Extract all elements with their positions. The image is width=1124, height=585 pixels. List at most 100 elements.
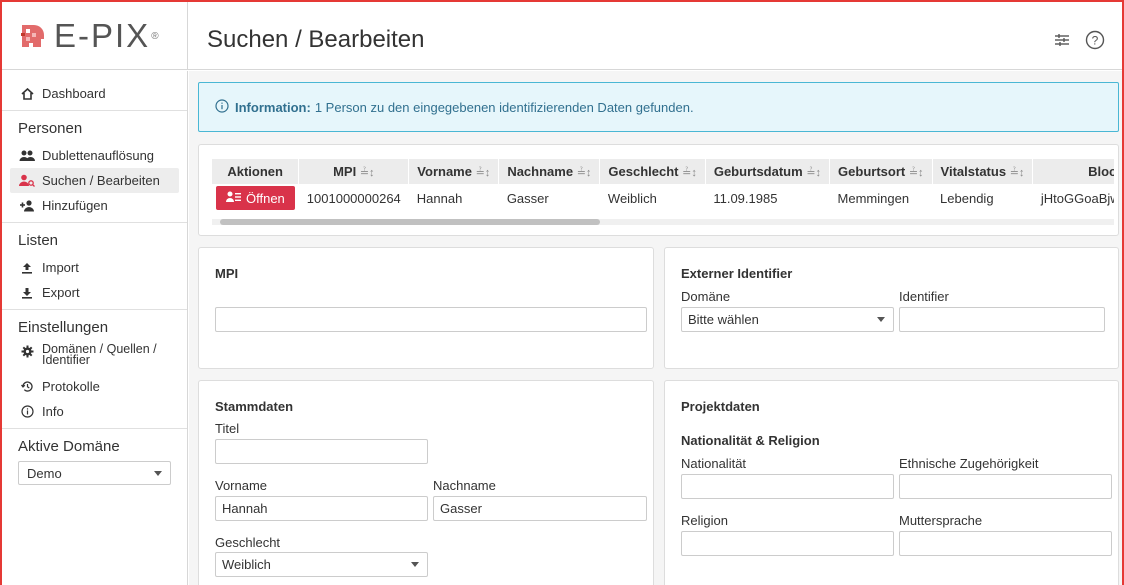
ethnisch-input[interactable]: [899, 474, 1112, 499]
user-search-icon: [18, 174, 36, 188]
titel-input[interactable]: [215, 439, 428, 464]
sidebar-item-hinzufuegen[interactable]: Hinzufügen: [2, 193, 187, 218]
cell-geburtsort: Memmingen: [837, 190, 910, 206]
active-domain-select[interactable]: Demo: [18, 461, 171, 485]
sidebar-item-protokolle[interactable]: Protokolle: [2, 374, 187, 399]
religion-input[interactable]: [681, 531, 894, 556]
info-icon: [18, 405, 36, 419]
logo-registered: ®: [151, 30, 159, 42]
sidebar-item-info[interactable]: Info: [2, 399, 187, 424]
open-button-label: Öffnen: [246, 190, 285, 206]
scrollbar-thumb[interactable]: [220, 219, 600, 225]
main-content: Information: 1 Person zu den eingegebene…: [189, 71, 1122, 585]
geschlecht-select-value: Weiblich: [222, 557, 271, 572]
col-header[interactable]: MPI ≟↕: [298, 159, 410, 184]
sidebar-item-label: Suchen / Bearbeiten: [42, 173, 160, 188]
cell-bloom: jHtoGGoaBjwN: [1040, 190, 1114, 206]
logo-text: E-PIX: [54, 17, 151, 54]
home-icon: [18, 87, 36, 101]
svg-text:?: ?: [1092, 34, 1099, 48]
cell-vitalstatus: Lebendig: [940, 190, 994, 206]
col-header[interactable]: Geschlecht ≟↕: [599, 159, 706, 184]
identifier-input[interactable]: [899, 307, 1105, 332]
sidebar-item-export[interactable]: Export: [2, 280, 187, 305]
col-header[interactable]: Nachname ≟↕: [498, 159, 601, 184]
geschlecht-select[interactable]: Weiblich: [215, 552, 428, 577]
sidebar-item-suchen[interactable]: Suchen / Bearbeiten: [10, 168, 179, 193]
domain-label: Domäne: [681, 289, 731, 304]
chevron-down-icon: [411, 562, 419, 567]
info-text: 1 Person zu den eingegebenen identifizie…: [314, 99, 694, 115]
muttersprache-input[interactable]: [899, 531, 1112, 556]
help-icon[interactable]: ?: [1085, 30, 1105, 50]
chevron-down-icon: [877, 317, 885, 322]
religion-label: Religion: [681, 513, 728, 528]
nationalitaet-religion-subtitle: Nationalität & Religion: [681, 433, 820, 448]
sidebar-item-dashboard[interactable]: Dashboard: [2, 81, 187, 106]
sidebar-item-label: Protokolle: [42, 379, 100, 394]
cell-geburtsdatum: 11.09.1985: [713, 190, 778, 206]
logo[interactable]: E-PIX ®: [2, 2, 188, 70]
mpi-input[interactable]: [215, 307, 647, 332]
section-einstellungen: Einstellungen: [18, 318, 109, 336]
titel-label: Titel: [215, 421, 240, 436]
col-header[interactable]: Geburtsdatum ≟↕: [705, 159, 831, 184]
header: E-PIX ® Suchen / Bearbeiten ?: [2, 2, 1122, 70]
divider: [2, 222, 187, 223]
info-circle-icon: [215, 98, 229, 116]
users-icon: [18, 149, 36, 163]
open-button[interactable]: Öffnen: [216, 186, 295, 210]
mpi-card-title: MPI: [215, 266, 239, 281]
cell-nachname: Gasser: [506, 190, 549, 206]
nachname-input[interactable]: [433, 496, 647, 521]
cell-geschlecht: Weiblich: [607, 190, 657, 206]
sidebar-item-label: Import: [42, 260, 79, 275]
section-personen: Personen: [18, 119, 83, 137]
mpi-card: MPI: [198, 247, 654, 369]
horizontal-scrollbar[interactable]: [212, 219, 1114, 225]
col-header[interactable]: Vitalstatus ≟↕: [932, 159, 1034, 184]
nationalitaet-label: Nationalität: [681, 456, 747, 471]
vorname-input[interactable]: [215, 496, 428, 521]
chevron-down-icon: [154, 470, 162, 476]
muttersprache-label: Muttersprache: [899, 513, 983, 528]
divider: [2, 110, 187, 111]
col-header[interactable]: Vorname ≟↕: [408, 159, 500, 184]
col-header[interactable]: Geburtsort ≟↕: [829, 159, 933, 184]
sidebar-item-label: Info: [42, 404, 64, 419]
sidebar-item-label: Domänen / Quellen / Identifier: [42, 343, 157, 367]
history-icon: [18, 380, 36, 394]
user-list-icon: [226, 191, 241, 206]
ethnisch-label: Ethnische Zugehörigkeit: [899, 456, 1039, 471]
info-label: Information:: [235, 99, 311, 115]
external-identifier-card: Externer Identifier Domäne Identifier Bi…: [664, 247, 1119, 369]
table-row: Öffnen 1001000000264 Hannah Gasser Weibl…: [212, 184, 1114, 212]
sidebar-item-domaenen[interactable]: Domänen / Quellen / Identifier: [2, 342, 187, 374]
gear-icon: [18, 344, 36, 358]
domain-select[interactable]: Bitte wählen: [681, 307, 894, 332]
results-table: Aktionen MPI ≟↕ Vorname ≟↕ Nachname ≟↕ G…: [212, 159, 1114, 212]
col-header[interactable]: Bloom: [1032, 159, 1114, 184]
sidebar-item-label: Dashboard: [42, 86, 106, 101]
upload-icon: [18, 261, 36, 275]
sidebar-item-label: Dublettenauflösung: [42, 148, 155, 163]
sidebar-item-dubletten[interactable]: Dublettenauflösung: [2, 143, 187, 168]
nachname-label: Nachname: [433, 478, 496, 493]
identifier-label: Identifier: [899, 289, 949, 304]
section-aktive-domaene: Aktive Domäne: [18, 437, 120, 455]
results-card: Aktionen MPI ≟↕ Vorname ≟↕ Nachname ≟↕ G…: [198, 144, 1119, 236]
active-domain-value: Demo: [27, 465, 62, 481]
cell-mpi: 1001000000264: [306, 190, 401, 206]
stammdaten-card: Stammdaten Titel Vorname Nachname Geschl…: [198, 380, 654, 585]
col-header: Aktionen: [212, 159, 300, 184]
sidebar-item-label: Export: [42, 285, 80, 300]
table-header: Aktionen MPI ≟↕ Vorname ≟↕ Nachname ≟↕ G…: [212, 159, 1114, 184]
sidebar-item-import[interactable]: Import: [2, 255, 187, 280]
divider: [2, 309, 187, 310]
sliders-icon[interactable]: [1052, 30, 1072, 50]
stammdaten-title: Stammdaten: [215, 399, 294, 414]
sidebar-item-label-line2: Identifier: [42, 353, 90, 367]
nationalitaet-input[interactable]: [681, 474, 894, 499]
download-icon: [18, 286, 36, 300]
user-add-icon: [18, 199, 36, 213]
